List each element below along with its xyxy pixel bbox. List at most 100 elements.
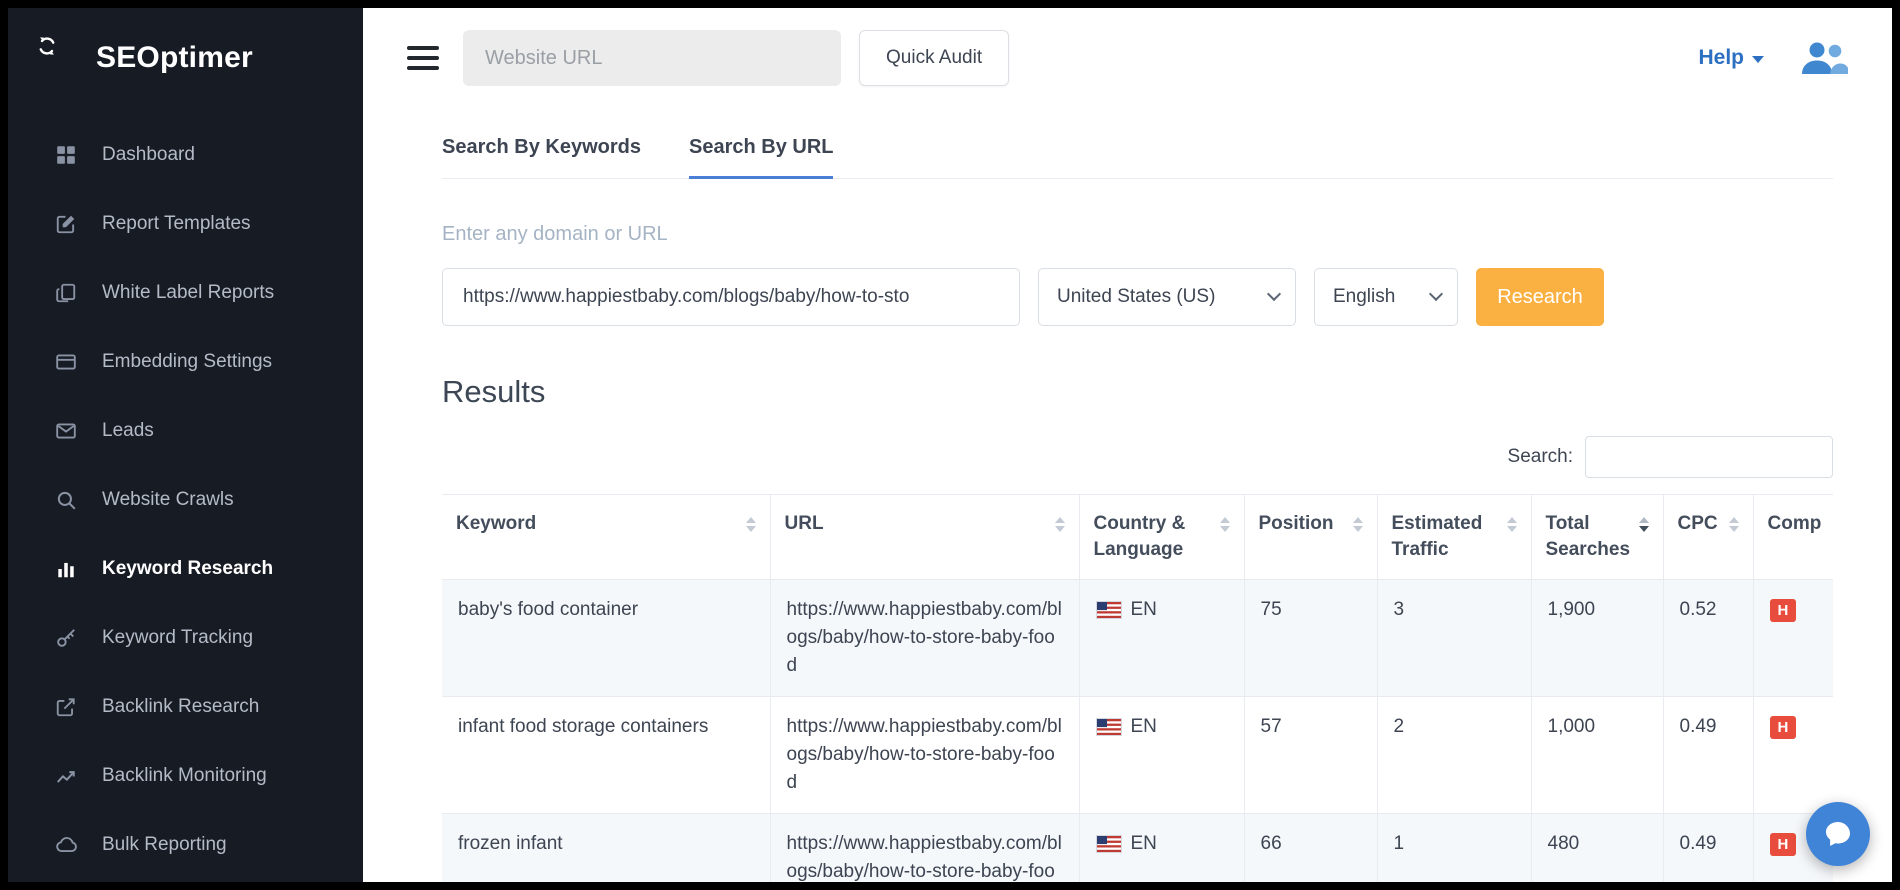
sort-icon[interactable] [1507,517,1517,532]
table-row: baby's food container https://www.happie… [442,580,1833,697]
sidebar-item-label: Keyword Tracking [102,627,253,649]
menu-toggle-button[interactable] [407,46,439,70]
chevron-down-icon [1429,287,1443,301]
sidebar-item-dashboard[interactable]: Dashboard [8,120,363,189]
sidebar-item-keyword-tracking[interactable]: Keyword Tracking [8,603,363,672]
sidebar-item-backlink-research[interactable]: Backlink Research [8,672,363,741]
quick-audit-button[interactable]: Quick Audit [859,30,1009,86]
envelope-icon [54,419,78,443]
column-header-keyword[interactable]: Keyword [442,495,770,580]
searches-cell: 480 [1531,814,1663,883]
cpc-cell: 0.52 [1663,580,1753,697]
table-search-row: Search: [442,436,1833,478]
external-link-icon [54,695,78,719]
searches-cell: 1,000 [1531,697,1663,814]
account-people-icon[interactable] [1800,40,1848,76]
research-button[interactable]: Research [1476,268,1604,326]
column-label: Estimated Traffic [1392,511,1499,563]
url-cell: https://www.happiestbaby.com/blogs/baby/… [770,580,1079,697]
help-menu[interactable]: Help [1698,46,1764,70]
language-select[interactable]: English [1314,268,1458,326]
language-code: EN [1131,713,1157,741]
column-header-position[interactable]: Position [1244,495,1377,580]
table-row: frozen infant https://www.happiestbaby.c… [442,814,1833,883]
traffic-cell: 1 [1377,814,1531,883]
keyword-cell: infant food storage containers [442,697,770,814]
domain-url-input[interactable] [442,268,1020,326]
column-label: Total Searches [1546,511,1631,563]
cpc-cell: 0.49 [1663,814,1753,883]
help-label: Help [1698,46,1744,70]
sort-icon[interactable] [746,517,756,532]
sort-icon[interactable] [1729,517,1739,532]
tab-search-by-keywords[interactable]: Search By Keywords [442,136,641,179]
embed-card-icon [54,350,78,374]
country-cell: EN [1079,814,1244,883]
results-table-container: Keyword URL Country & Language Position … [442,494,1833,882]
cloud-icon [54,833,78,857]
country-select-value: United States (US) [1057,286,1215,308]
column-label: Comp [1768,511,1822,537]
position-cell: 66 [1244,814,1377,883]
seoptimer-logo-icon [36,35,82,81]
chat-launcher-button[interactable] [1806,802,1870,866]
results-heading: Results [442,374,1833,410]
table-search-input[interactable] [1585,436,1833,478]
competition-badge: H [1770,599,1797,622]
country-select[interactable]: United States (US) [1038,268,1296,326]
topbar: Quick Audit Help [363,8,1892,108]
chevron-down-icon [1267,287,1281,301]
sidebar-item-bulk-reporting[interactable]: Bulk Reporting [8,810,363,879]
column-header-competition[interactable]: Comp [1753,495,1833,580]
column-header-country-language[interactable]: Country & Language [1079,495,1244,580]
column-label: Country & Language [1094,511,1212,563]
url-cell: https://www.happiestbaby.com/blogs/baby/… [770,697,1079,814]
column-label: URL [785,511,824,537]
dashboard-grid-icon [54,143,78,167]
position-cell: 75 [1244,580,1377,697]
sidebar-item-label: Bulk Reporting [102,834,227,856]
brand-logo[interactable]: SEOptimer [8,8,363,108]
keyword-cell: baby's food container [442,580,770,697]
sort-icon[interactable] [1353,517,1363,532]
key-icon [54,626,78,650]
traffic-cell: 3 [1377,580,1531,697]
competition-badge: H [1770,716,1797,739]
language-select-value: English [1333,286,1395,308]
sort-icon-active[interactable] [1639,517,1649,532]
column-header-cpc[interactable]: CPC [1663,495,1753,580]
country-cell: EN [1079,580,1244,697]
tab-search-by-url[interactable]: Search By URL [689,136,834,179]
sidebar-item-backlink-monitoring[interactable]: Backlink Monitoring [8,741,363,810]
results-table: Keyword URL Country & Language Position … [442,494,1833,882]
sort-icon[interactable] [1220,517,1230,532]
column-header-url[interactable]: URL [770,495,1079,580]
competition-badge: H [1770,833,1797,856]
column-label: Position [1259,511,1334,537]
sidebar-item-label: Embedding Settings [102,351,272,373]
table-row: infant food storage containers https://w… [442,697,1833,814]
sidebar-item-website-crawls[interactable]: Website Crawls [8,465,363,534]
sidebar-item-keyword-research[interactable]: Keyword Research [8,534,363,603]
column-label: Keyword [456,511,536,537]
searches-cell: 1,900 [1531,580,1663,697]
column-header-estimated-traffic[interactable]: Estimated Traffic [1377,495,1531,580]
sidebar-item-label: Report Templates [102,213,251,235]
us-flag-icon [1096,835,1122,853]
sort-icon[interactable] [1055,517,1065,532]
sidebar-item-white-label-reports[interactable]: White Label Reports [8,258,363,327]
sidebar-item-leads[interactable]: Leads [8,396,363,465]
sidebar-item-label: Backlink Research [102,696,259,718]
caret-down-icon [1752,56,1764,63]
bar-chart-icon [54,557,78,581]
domain-input-label: Enter any domain or URL [442,223,1833,246]
sidebar-item-report-templates[interactable]: Report Templates [8,189,363,258]
brand-name: SEOptimer [96,41,253,75]
sidebar-item-label: Dashboard [102,144,195,166]
website-url-input[interactable] [463,30,841,86]
trend-line-icon [54,764,78,788]
sidebar-item-embedding-settings[interactable]: Embedding Settings [8,327,363,396]
column-header-total-searches[interactable]: Total Searches [1531,495,1663,580]
keyword-cell: frozen infant [442,814,770,883]
main-content: Search By Keywords Search By URL Enter a… [363,108,1892,882]
